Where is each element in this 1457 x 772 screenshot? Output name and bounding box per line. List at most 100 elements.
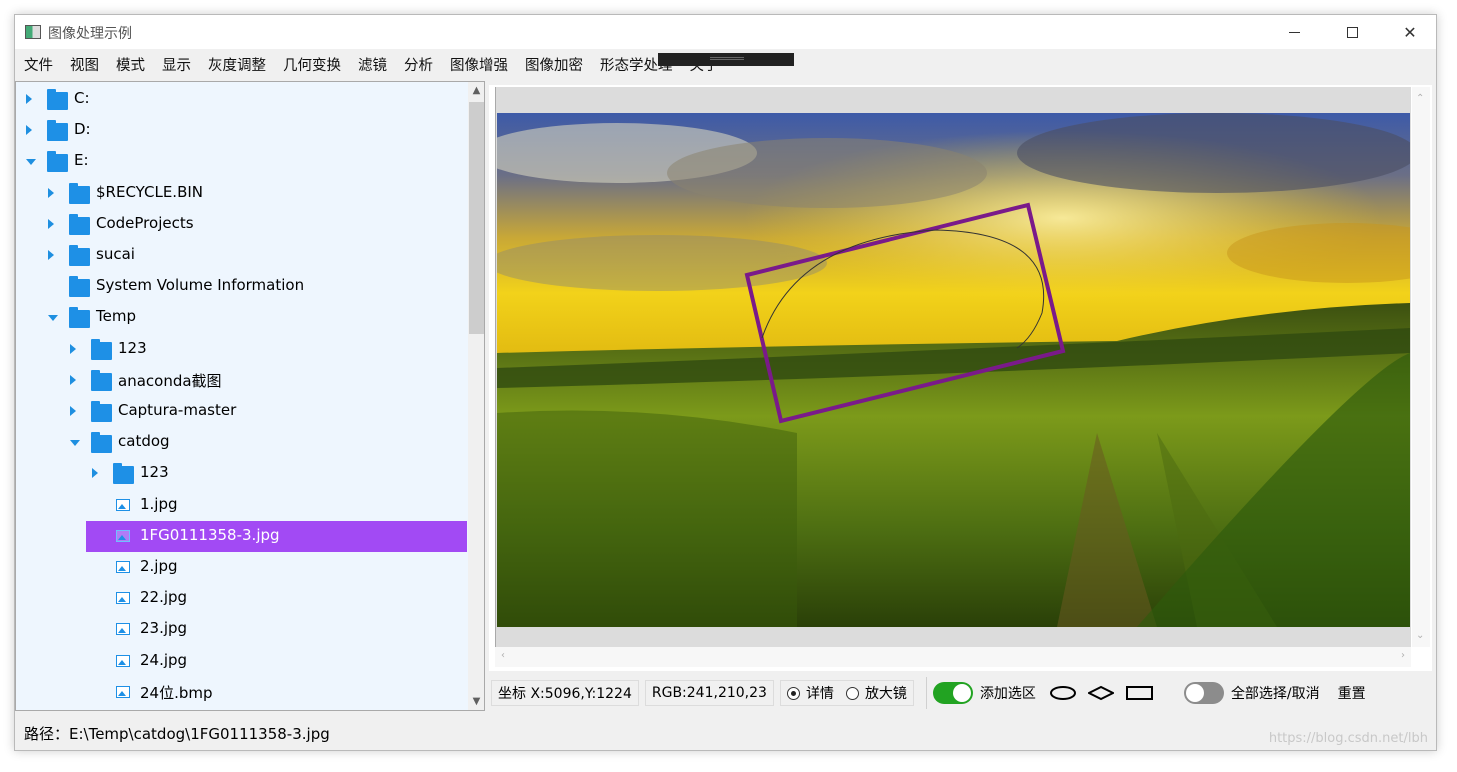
- folder-icon: [69, 182, 90, 204]
- add-selection-toggle[interactable]: [932, 682, 973, 704]
- scroll-up-icon[interactable]: ⌃: [1416, 93, 1424, 104]
- tree-file-row[interactable]: 22.jpg: [16, 583, 468, 614]
- scroll-left-icon[interactable]: ‹: [501, 650, 505, 661]
- rectangle-icon: [1125, 686, 1153, 700]
- menu-bar: 文件 视图 模式 显示 灰度调整 几何变换 滤镜 分析 图像增强 图像加密 形态…: [15, 49, 749, 79]
- folder-icon: [47, 120, 68, 142]
- diamond-shape-button[interactable]: [1087, 685, 1114, 701]
- scroll-down-icon[interactable]: ▼: [472, 697, 481, 707]
- tree-item-label: CodeProjects: [96, 213, 194, 232]
- magnifier-radio[interactable]: [845, 686, 859, 700]
- image-hscroll[interactable]: ‹ ›: [495, 647, 1411, 667]
- folder-icon: [91, 338, 112, 360]
- chevron-right-icon[interactable]: [70, 374, 76, 385]
- image-view[interactable]: ⌃ ⌄ ‹ ›: [489, 85, 1432, 671]
- image-viewport[interactable]: [495, 87, 1411, 647]
- tree-folder-row[interactable]: $RECYCLE.BIN: [16, 178, 468, 209]
- tree-folder-row[interactable]: Captura-master: [16, 396, 468, 427]
- tree-item-label: System Volume Information: [96, 276, 305, 295]
- tree-item-label: 24位.bmp: [140, 683, 213, 702]
- tree-folder-row[interactable]: CodeProjects: [16, 209, 468, 240]
- tree-item-label: 123: [118, 338, 147, 357]
- tree-item-label: Captura-master: [118, 401, 237, 419]
- menu-filter[interactable]: 滤镜: [349, 54, 395, 75]
- menu-enhance[interactable]: 图像增强: [441, 54, 516, 75]
- tree-file-row[interactable]: 23.jpg: [16, 614, 468, 645]
- menu-display[interactable]: 显示: [153, 54, 199, 75]
- close-button[interactable]: ✕: [1381, 15, 1436, 49]
- chevron-down-icon[interactable]: [48, 315, 58, 322]
- menu-analysis[interactable]: 分析: [395, 54, 441, 75]
- chevron-right-icon[interactable]: [48, 250, 54, 260]
- tree-scroll-thumb[interactable]: [469, 102, 484, 334]
- tree-folder-row[interactable]: System Volume Information: [16, 271, 468, 302]
- menu-mode[interactable]: 模式: [107, 54, 153, 75]
- folder-icon: [69, 213, 90, 235]
- path-bar: 路径：E:\Temp\catdog\1FG0111358-3.jpg: [15, 715, 1436, 750]
- tree-folder-row[interactable]: E:: [16, 146, 468, 177]
- scroll-down-icon[interactable]: ⌄: [1416, 630, 1424, 641]
- tree-item-label: 2.jpg: [140, 557, 178, 575]
- coords-readout: 坐标 X:5096,Y:1224: [491, 680, 639, 706]
- reset-button[interactable]: 重置: [1331, 680, 1372, 706]
- tree-item-label: $RECYCLE.BIN: [96, 182, 204, 201]
- menu-encrypt[interactable]: 图像加密: [516, 54, 591, 75]
- tree-folder-row[interactable]: catdog: [16, 427, 468, 458]
- app-window: 图像处理示例 ✕ 文件 视图 模式 显示 灰度调整 几何变换 滤镜 分析 图像增…: [14, 14, 1437, 751]
- tree-item-label: catdog: [118, 432, 170, 451]
- tree-scrollbar[interactable]: ▲ ▼: [468, 82, 484, 710]
- tree-folder-row[interactable]: D:: [16, 115, 468, 146]
- tree-item-label: 23.jpg: [140, 619, 188, 638]
- tree-file-row[interactable]: 24位.bmp: [16, 677, 468, 708]
- menu-geometry[interactable]: 几何变换: [274, 54, 349, 75]
- folder-icon: [91, 432, 112, 454]
- window-title: 图像处理示例: [48, 26, 132, 42]
- ellipse-shape-button[interactable]: [1049, 685, 1076, 701]
- rectangle-shape-button[interactable]: [1125, 685, 1154, 701]
- chevron-right-icon[interactable]: [92, 468, 98, 479]
- chevron-right-icon[interactable]: [26, 125, 32, 136]
- detail-radio[interactable]: [786, 686, 800, 700]
- tree-file-row[interactable]: 1.jpg: [16, 490, 468, 521]
- landscape-photo[interactable]: [497, 113, 1410, 627]
- chevron-right-icon[interactable]: [70, 406, 76, 416]
- scroll-up-icon[interactable]: ▲: [472, 86, 481, 96]
- menu-file[interactable]: 文件: [15, 54, 61, 75]
- chevron-right-icon[interactable]: [48, 218, 54, 229]
- tree-folder-row[interactable]: 123: [16, 334, 468, 365]
- menu-grayscale[interactable]: 灰度调整: [199, 54, 274, 75]
- menu-view[interactable]: 视图: [61, 54, 107, 75]
- select-all-toggle[interactable]: [1183, 682, 1224, 704]
- image-file-icon: [116, 685, 130, 698]
- tree-file-row[interactable]: 1FG0111358-3.jpg: [86, 520, 467, 552]
- minimize-button[interactable]: [1265, 15, 1323, 49]
- tree-item-label: D:: [74, 120, 91, 139]
- rgb-readout: RGB:241,210,23: [644, 680, 774, 706]
- floating-toolbar-handle[interactable]: [658, 53, 794, 66]
- image-file-icon: [116, 498, 130, 511]
- tree-folder-row[interactable]: Temp: [16, 302, 468, 333]
- chevron-right-icon[interactable]: [48, 187, 54, 198]
- tree-file-row[interactable]: 24.jpg: [16, 646, 468, 677]
- watermark: https://blog.csdn.net/lbh: [1268, 731, 1428, 746]
- tree-folder-row[interactable]: C:: [16, 84, 468, 115]
- image-file-icon: [116, 654, 130, 667]
- folder-icon: [113, 463, 134, 485]
- detail-label[interactable]: 详情: [806, 683, 834, 703]
- tree-folder-row[interactable]: sucai: [16, 240, 468, 271]
- tree-folder-row[interactable]: anaconda截图: [16, 365, 468, 396]
- image-vscroll[interactable]: ⌃ ⌄: [1412, 87, 1430, 647]
- folder-icon: [69, 245, 90, 266]
- tree-folder-row[interactable]: 123: [16, 458, 468, 489]
- scroll-right-icon[interactable]: ›: [1401, 650, 1405, 661]
- maximize-button[interactable]: [1323, 15, 1381, 49]
- chevron-down-icon[interactable]: [70, 440, 80, 447]
- chevron-right-icon[interactable]: [70, 343, 76, 354]
- chevron-right-icon[interactable]: [26, 94, 32, 104]
- chevron-down-icon[interactable]: [26, 159, 36, 166]
- tree-file-row[interactable]: 2.jpg: [16, 552, 468, 583]
- tree-item-label: anaconda截图: [118, 371, 222, 390]
- maximize-icon: [1346, 26, 1358, 38]
- magnifier-label[interactable]: 放大镜: [865, 683, 907, 703]
- image-file-icon: [116, 592, 130, 605]
